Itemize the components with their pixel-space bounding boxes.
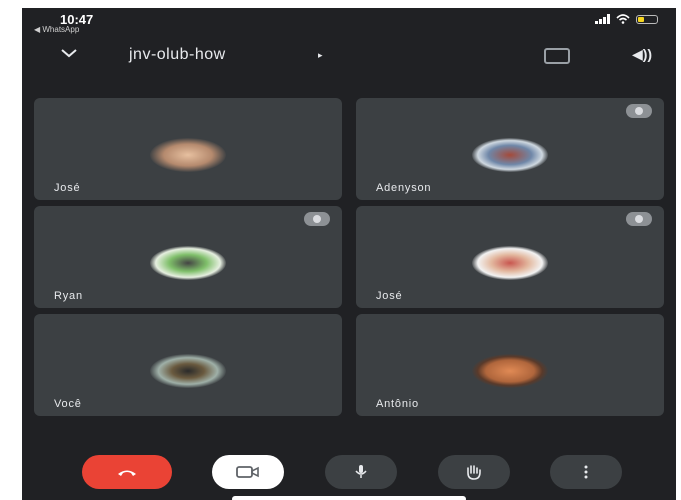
back-to-app-link[interactable]: ◀ WhatsApp: [34, 25, 79, 34]
participant-tile[interactable]: José: [34, 98, 342, 200]
meeting-info-arrow-icon[interactable]: ▸: [318, 50, 323, 61]
battery-icon: [636, 14, 658, 24]
participant-tile[interactable]: Antônio: [356, 314, 664, 416]
avatar: [150, 354, 226, 388]
avatar: [472, 246, 548, 280]
participant-name: José: [376, 290, 403, 302]
participant-tile[interactable]: Adenyson: [356, 98, 664, 200]
more-vertical-icon: [584, 465, 588, 479]
home-indicator[interactable]: [232, 496, 466, 500]
hand-icon: [467, 465, 481, 480]
camera-icon: [236, 466, 259, 478]
participant-name: Adenyson: [376, 182, 432, 194]
mic-muted-icon: [626, 212, 652, 226]
signal-icon: [595, 14, 610, 24]
participant-tile[interactable]: Ryan: [34, 206, 342, 308]
avatar: [472, 138, 548, 172]
meet-call-screen: 10:47 ◀ WhatsApp jnv-olub-how ▸ ◀)) José…: [22, 8, 676, 500]
phone-hangup-icon: [118, 470, 136, 476]
participant-tile[interactable]: Você: [34, 314, 342, 416]
participant-name: Ryan: [54, 290, 83, 302]
end-call-button[interactable]: [82, 455, 172, 489]
avatar: [150, 138, 226, 172]
meeting-title[interactable]: jnv-olub-how: [129, 46, 226, 64]
camera-toggle-button[interactable]: [212, 455, 284, 489]
microphone-toggle-button[interactable]: [325, 455, 397, 489]
participant-name: José: [54, 182, 81, 194]
avatar: [150, 246, 226, 280]
microphone-icon: [355, 465, 367, 478]
raise-hand-button[interactable]: [438, 455, 510, 489]
participant-name: Antônio: [376, 398, 419, 410]
avatar: [472, 354, 548, 388]
more-options-button[interactable]: [550, 455, 622, 489]
participant-name: Você: [54, 398, 82, 410]
status-icons: [595, 14, 658, 24]
mic-muted-icon: [304, 212, 330, 226]
speaker-icon[interactable]: ◀)): [632, 46, 652, 63]
collapse-chevron-icon[interactable]: [60, 48, 78, 58]
mic-muted-icon: [626, 104, 652, 118]
wifi-icon: [616, 14, 630, 24]
participant-tile[interactable]: José: [356, 206, 664, 308]
switch-camera-icon[interactable]: [544, 48, 570, 64]
